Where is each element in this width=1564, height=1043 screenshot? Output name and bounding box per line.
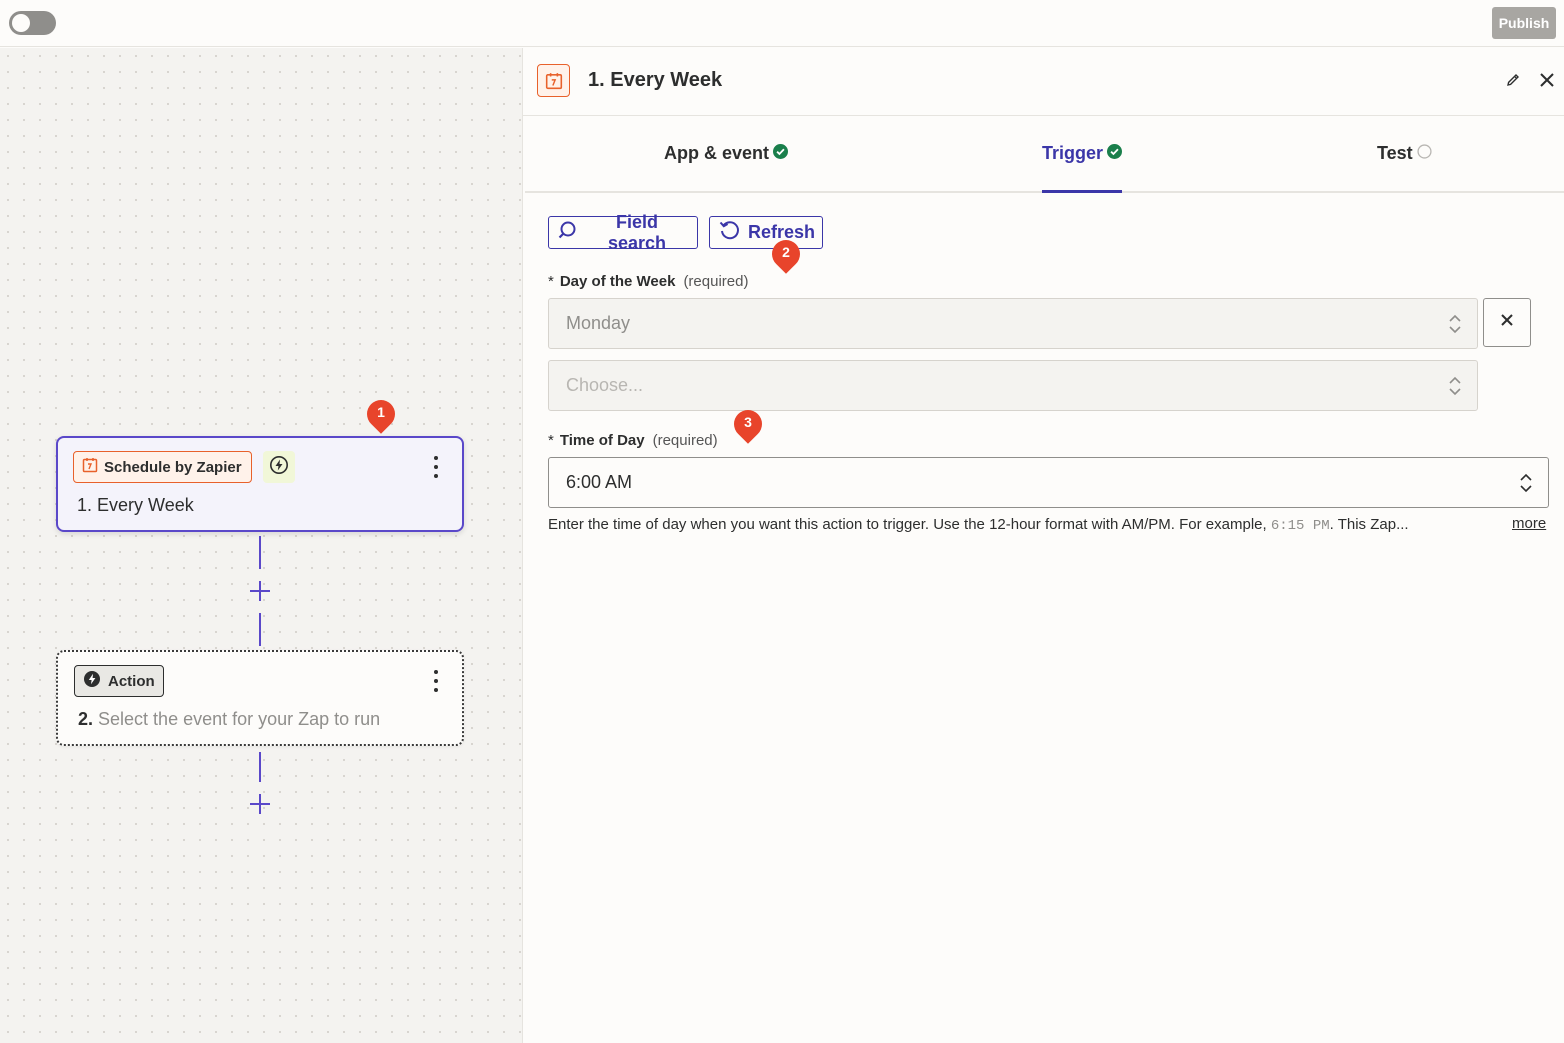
top-bar: Publish	[0, 0, 1564, 47]
check-circle-icon	[1107, 143, 1123, 164]
example-code: 6:15 PM	[1270, 518, 1330, 534]
tab-label: Test	[1377, 143, 1413, 163]
step-title: 2. Select the event for your Zap to run	[78, 709, 380, 730]
required-hint: (required)	[683, 273, 749, 290]
step-number: 2.	[78, 709, 94, 729]
check-circle-icon	[773, 143, 789, 164]
required-star: *	[548, 432, 554, 449]
close-icon	[1499, 312, 1515, 333]
add-step-plus-icon[interactable]	[250, 581, 270, 601]
step-title: 1. Every Week	[77, 495, 194, 516]
field-search-button[interactable]: Field search	[548, 212, 698, 253]
empty-circle-icon	[1417, 143, 1432, 164]
connector-line	[259, 752, 261, 782]
time-of-day-select[interactable]: 6:00 AM	[548, 457, 1549, 508]
select-placeholder: Choose...	[566, 375, 644, 395]
publish-button[interactable]: Publish	[1492, 7, 1556, 39]
field-label-text: Time of Day	[559, 432, 645, 449]
action-chip[interactable]: Action	[74, 665, 164, 697]
panel-header: 1. Every Week	[523, 48, 1564, 116]
bolt-circle-icon	[269, 455, 289, 480]
tab-label: Trigger	[1042, 143, 1104, 163]
toggle-knob	[12, 14, 30, 32]
trigger-step-card[interactable]: Schedule by Zapier 1. Every Week	[56, 436, 464, 532]
step-name: Select the event for your Zap to run	[98, 709, 381, 729]
step-number: 1.	[77, 495, 93, 515]
more-link[interactable]: more	[1512, 515, 1546, 532]
tab-test[interactable]: Test	[1377, 143, 1432, 164]
step-menu-icon[interactable]	[432, 456, 440, 478]
trigger-type-chip	[263, 451, 295, 483]
connector-line	[259, 613, 261, 646]
zap-editor-canvas[interactable]: 1 Schedule by Zapier 1. Every Week Actio…	[0, 48, 522, 1043]
marker-3: 3	[728, 404, 768, 444]
chevron-up-down-icon	[1448, 313, 1462, 335]
connector-line	[259, 536, 261, 569]
time-of-day-help-text: Enter the time of day when you want this…	[548, 516, 1409, 534]
marker-2: 2	[766, 234, 806, 274]
pencil-icon[interactable]	[1505, 72, 1521, 88]
marker-1: 1	[361, 394, 401, 434]
select-value: Monday	[566, 313, 631, 333]
action-step-card[interactable]: Action 2. Select the event for your Zap …	[56, 650, 464, 746]
step-menu-icon[interactable]	[432, 670, 440, 692]
time-of-day-label: * Time of Day (required)	[548, 432, 718, 449]
bolt-icon	[83, 670, 101, 692]
chevron-up-down-icon	[1448, 375, 1462, 397]
action-chip-label: Action	[108, 672, 155, 690]
step-name: Every Week	[97, 495, 194, 515]
step-tabs: App & event Trigger Test	[525, 116, 1564, 193]
select-value: 6:00 AM	[566, 472, 633, 492]
tab-app-event[interactable]: App & event	[664, 143, 789, 164]
required-star: *	[548, 273, 554, 290]
tab-label: App & event	[664, 143, 770, 163]
chevron-up-down-icon	[1519, 472, 1533, 494]
close-icon[interactable]	[1537, 70, 1557, 90]
zap-on-off-toggle[interactable]	[9, 11, 56, 35]
remove-value-button[interactable]	[1483, 298, 1531, 347]
day-of-week-select[interactable]: Monday	[548, 298, 1478, 349]
active-tab-indicator	[1042, 190, 1122, 193]
search-icon	[557, 220, 577, 245]
field-label-text: Day of the Week	[559, 273, 676, 290]
day-of-week-label: * Day of the Week (required)	[548, 273, 748, 290]
add-step-plus-icon[interactable]	[250, 794, 270, 814]
calendar-icon	[82, 457, 98, 477]
required-hint: (required)	[652, 432, 718, 449]
calendar-icon	[537, 64, 570, 97]
day-of-week-add-select[interactable]: Choose...	[548, 360, 1478, 411]
step-config-panel: 1. Every Week App & event Trigger Test F…	[522, 48, 1564, 1043]
refresh-button[interactable]: Refresh	[709, 216, 823, 249]
app-chip-label: Schedule by Zapier	[104, 458, 242, 476]
field-search-label: Field search	[607, 211, 667, 253]
refresh-icon	[718, 219, 740, 246]
app-chip-schedule[interactable]: Schedule by Zapier	[73, 451, 252, 483]
panel-title: 1. Every Week	[588, 69, 723, 91]
tab-trigger[interactable]: Trigger	[1042, 143, 1123, 164]
